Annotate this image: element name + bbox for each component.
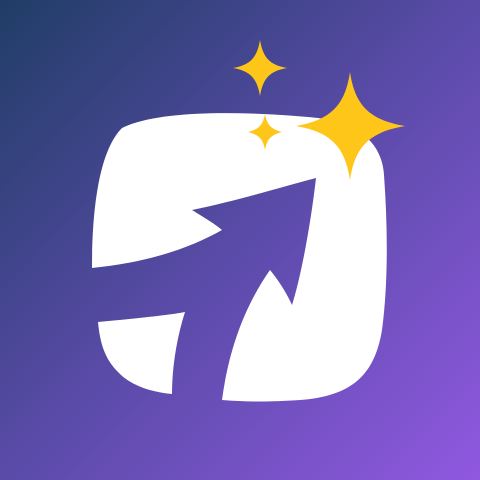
app-icon-graphic xyxy=(0,0,480,480)
gradient-background xyxy=(0,0,480,480)
app-icon xyxy=(0,0,480,480)
